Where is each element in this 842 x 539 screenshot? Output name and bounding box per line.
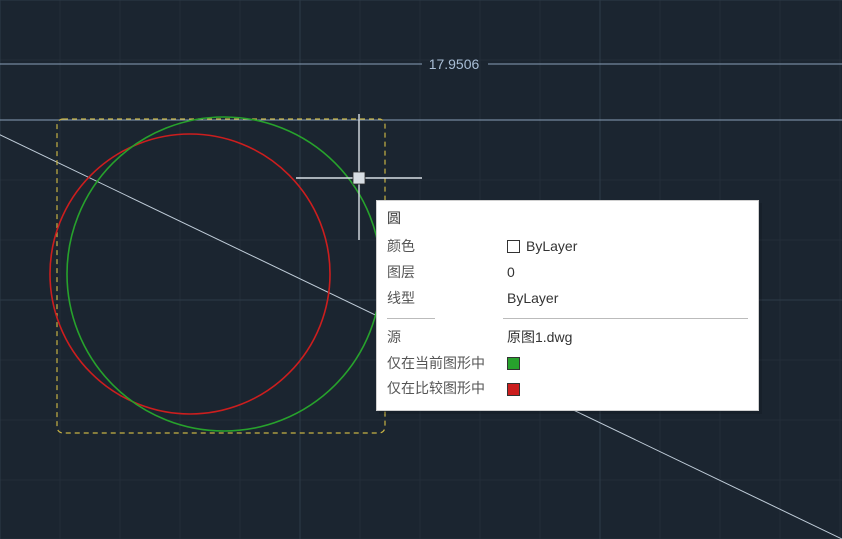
dimension-line[interactable]: 17.9506 bbox=[0, 56, 842, 72]
property-row-color: 颜色 ByLayer bbox=[377, 234, 758, 260]
compare-label: 仅在比较图形中 bbox=[387, 376, 507, 402]
circle-current[interactable] bbox=[67, 117, 381, 431]
layer-label: 图层 bbox=[387, 260, 507, 286]
linetype-value: ByLayer bbox=[507, 286, 748, 312]
circle-compare[interactable] bbox=[50, 134, 330, 414]
color-label: 颜色 bbox=[387, 234, 507, 260]
compare-value bbox=[507, 376, 748, 402]
rollover-tooltip: 圆 颜色 ByLayer 图层 0 线型 ByLayer 源 原图1.dwg 仅… bbox=[376, 200, 759, 411]
bylayer-swatch-icon bbox=[507, 240, 520, 253]
color-value-text: ByLayer bbox=[526, 234, 577, 260]
property-row-layer: 图层 0 bbox=[377, 260, 758, 286]
source-value: 原图1.dwg bbox=[507, 325, 748, 351]
property-row-source: 源 原图1.dwg bbox=[377, 325, 758, 351]
layer-value: 0 bbox=[507, 260, 748, 286]
color-value: ByLayer bbox=[507, 234, 748, 260]
tooltip-title: 圆 bbox=[377, 201, 758, 234]
linetype-label: 线型 bbox=[387, 286, 507, 312]
separator-icon bbox=[377, 312, 758, 325]
property-row-compare: 仅在比较图形中 bbox=[377, 376, 758, 402]
compare-swatch-icon bbox=[507, 383, 520, 396]
property-row-linetype: 线型 ByLayer bbox=[377, 286, 758, 312]
source-label: 源 bbox=[387, 325, 507, 351]
current-swatch-icon bbox=[507, 357, 520, 370]
current-label: 仅在当前图形中 bbox=[387, 351, 507, 377]
dimension-text: 17.9506 bbox=[429, 56, 480, 72]
property-row-current: 仅在当前图形中 bbox=[377, 351, 758, 377]
current-value bbox=[507, 351, 748, 377]
